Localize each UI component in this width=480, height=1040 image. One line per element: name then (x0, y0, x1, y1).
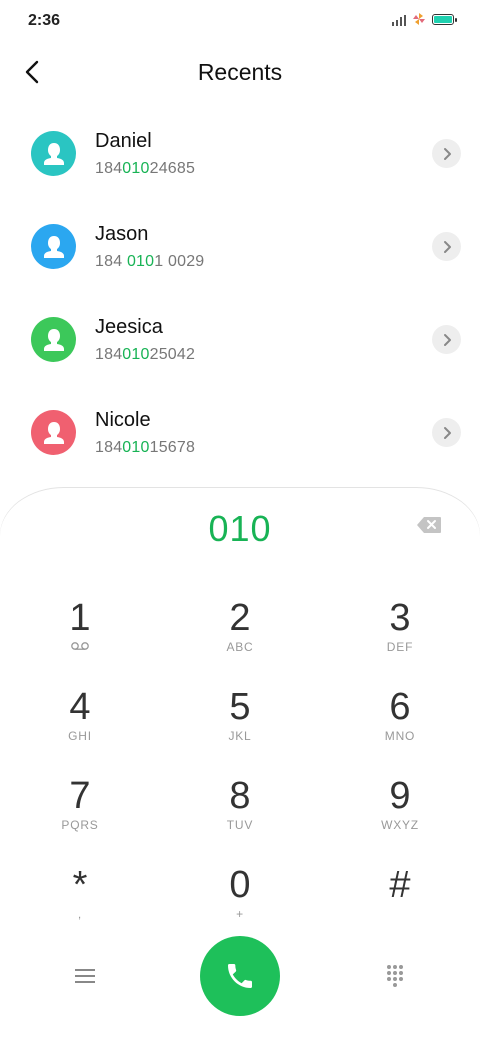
key-letters: JKL (228, 729, 252, 743)
avatar (31, 224, 76, 269)
chevron-right-icon (443, 147, 451, 160)
contact-number: 18401015678 (95, 439, 196, 456)
contact-row-jeesica[interactable]: Jeesica 18401025042 (0, 296, 480, 376)
key-letters: DEF (386, 640, 414, 654)
status-bar: 2:36 (0, 0, 480, 44)
key-letters: GHI (68, 729, 92, 743)
details-button[interactable] (432, 232, 461, 261)
chevron-right-icon (443, 333, 451, 346)
call-button[interactable] (200, 936, 280, 1016)
details-button[interactable] (432, 139, 461, 168)
chevron-right-icon (443, 426, 451, 439)
contact-row-daniel[interactable]: Daniel 18401024685 (0, 110, 480, 190)
contact-name: Jason (95, 223, 149, 245)
contact-name: Daniel (95, 130, 152, 152)
signal-icon (392, 12, 406, 26)
key-hash[interactable]: # (350, 865, 450, 935)
page-title: Recents (197, 59, 283, 85)
key-8[interactable]: 8 TUV (190, 776, 290, 846)
key-7[interactable]: 7 PQRS (30, 776, 130, 846)
key-star[interactable]: * , (30, 865, 130, 935)
phone-icon (228, 964, 252, 988)
person-icon (43, 421, 64, 444)
key-letters: ABC (226, 640, 254, 654)
person-icon (43, 142, 64, 165)
header: Recents (0, 44, 480, 100)
menu-button[interactable] (70, 961, 100, 991)
status-time: 2:36 (28, 12, 61, 29)
key-9[interactable]: 9 WXYZ (350, 776, 450, 846)
key-digit: # (389, 864, 411, 906)
dialpad-icon (387, 965, 403, 987)
avatar (31, 131, 76, 176)
menu-icon (75, 969, 95, 983)
battery-icon (432, 13, 457, 25)
contact-number: 18401024685 (95, 160, 196, 177)
details-button[interactable] (432, 325, 461, 354)
avatar (31, 317, 76, 362)
keypad-toggle-button[interactable] (380, 961, 410, 991)
backspace-button[interactable] (416, 516, 442, 539)
details-button[interactable] (432, 418, 461, 447)
chevron-right-icon (443, 240, 451, 253)
key-letters: PQRS (61, 818, 99, 832)
key-digit: 9 (389, 775, 411, 817)
key-digit: * (72, 864, 88, 906)
key-digit: 3 (389, 597, 411, 639)
key-digit: 6 (389, 686, 411, 728)
key-1[interactable]: 1 (30, 598, 130, 668)
contact-name: Nicole (95, 409, 151, 431)
key-letters: + (236, 907, 244, 921)
key-letters: WXYZ (381, 818, 419, 832)
key-digit: 0 (229, 864, 251, 906)
contact-number: 18401025042 (95, 346, 196, 363)
key-2[interactable]: 2 ABC (190, 598, 290, 668)
key-0[interactable]: 0 + (190, 865, 290, 935)
key-digit: 1 (69, 597, 91, 639)
dial-input[interactable]: 010 (0, 508, 480, 550)
backspace-icon (417, 517, 441, 533)
key-digit: 8 (229, 775, 251, 817)
key-letters: MNO (384, 729, 416, 743)
dialer-bottom-bar (0, 936, 480, 1016)
key-letters: , (77, 907, 83, 921)
contact-number: 184 0101 0029 (95, 253, 205, 270)
key-letters: TUV (226, 818, 254, 832)
pinwheel-icon (413, 13, 425, 25)
person-icon (43, 328, 64, 351)
key-5[interactable]: 5 JKL (190, 687, 290, 757)
key-digit: 7 (69, 775, 91, 817)
dialer-panel: 010 1 2 ABC 3 DEF 4 GHI 5 JKL 6 MNO 7 PQ… (0, 488, 480, 1040)
person-icon (43, 235, 64, 258)
key-digit: 2 (229, 597, 251, 639)
contact-row-jason[interactable]: Jason 184 0101 0029 (0, 203, 480, 283)
voicemail-icon (30, 640, 130, 654)
contact-row-nicole[interactable]: Nicole 18401015678 (0, 389, 480, 469)
key-digit: 5 (229, 686, 251, 728)
key-4[interactable]: 4 GHI (30, 687, 130, 757)
contact-name: Jeesica (95, 316, 163, 338)
key-6[interactable]: 6 MNO (350, 687, 450, 757)
key-digit: 4 (69, 686, 91, 728)
status-icons (392, 12, 457, 26)
avatar (31, 410, 76, 455)
key-3[interactable]: 3 DEF (350, 598, 450, 668)
